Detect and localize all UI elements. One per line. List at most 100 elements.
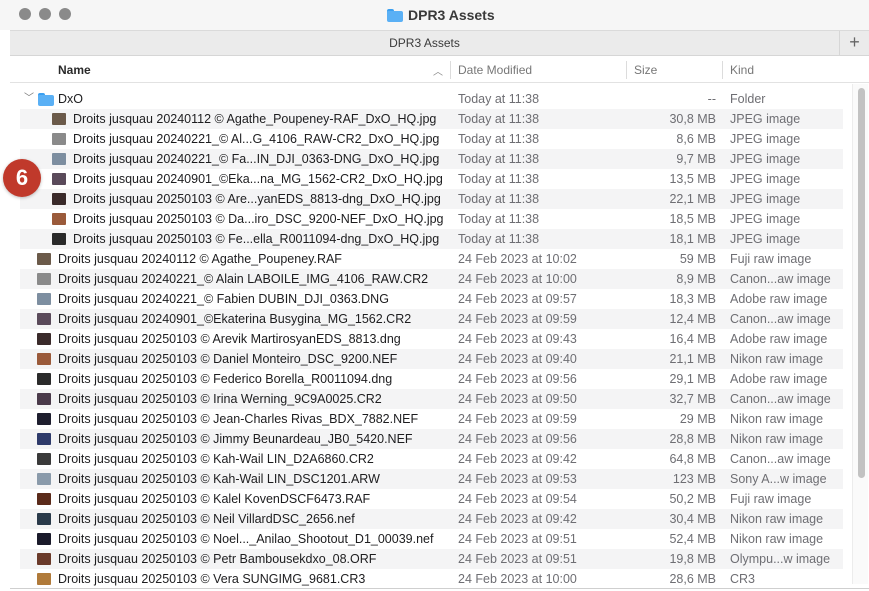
file-kind: Nikon raw image — [730, 512, 824, 526]
file-row-dxo-child[interactable]: Droits jusquau 20250103 © Are...yanEDS_8… — [20, 189, 843, 209]
image-thumbnail-icon — [52, 213, 66, 225]
image-thumbnail-icon — [37, 313, 51, 325]
file-row[interactable]: Droits jusquau 20250103 © Arevik Martiro… — [20, 329, 843, 349]
file-name: Droits jusquau 20250103 © Vera SUNGIMG_9… — [58, 572, 366, 586]
image-thumbnail-icon — [37, 573, 51, 585]
file-kind: Nikon raw image — [730, 412, 824, 426]
image-thumbnail-icon — [52, 233, 66, 245]
file-kind: Olympu...w image — [730, 552, 831, 566]
file-kind: JPEG image — [730, 132, 801, 146]
column-header-kind[interactable]: Kind — [730, 63, 754, 77]
folder-icon — [387, 8, 403, 22]
file-size: 28,8 MB — [669, 432, 716, 446]
file-date: 24 Feb 2023 at 09:40 — [458, 352, 577, 366]
file-size: 13,5 MB — [669, 172, 716, 186]
file-kind: JPEG image — [730, 232, 801, 246]
file-name: Droits jusquau 20250103 © Da...iro_DSC_9… — [73, 212, 444, 226]
file-date: 24 Feb 2023 at 09:43 — [458, 332, 577, 346]
file-row[interactable]: Droits jusquau 20250103 © Daniel Monteir… — [20, 349, 843, 369]
file-size: 9,7 MB — [676, 152, 716, 166]
image-thumbnail-icon — [37, 533, 51, 545]
file-row[interactable]: Droits jusquau 20250103 © Jean-Charles R… — [20, 409, 843, 429]
file-row[interactable]: Droits jusquau 20250103 © Kah-Wail LIN_D… — [20, 469, 843, 489]
tab-dpr3-assets[interactable]: DPR3 Assets — [10, 36, 839, 50]
image-thumbnail-icon — [37, 333, 51, 345]
file-name: Droits jusquau 20250103 © Kalel KovenDSC… — [58, 492, 371, 506]
file-kind: Adobe raw image — [730, 292, 828, 306]
file-row[interactable]: Droits jusquau 20250103 © Noel..._Anilao… — [20, 529, 843, 549]
file-date: 24 Feb 2023 at 09:54 — [458, 492, 577, 506]
file-size: 29,1 MB — [669, 372, 716, 386]
image-thumbnail-icon — [52, 133, 66, 145]
image-thumbnail-icon — [37, 553, 51, 565]
file-kind: CR3 — [730, 572, 756, 586]
file-size: -- — [707, 92, 716, 106]
column-header-name[interactable]: Name — [58, 63, 91, 77]
vertical-scrollbar[interactable] — [852, 84, 868, 584]
file-name: Droits jusquau 20250103 © Daniel Monteir… — [58, 352, 398, 366]
file-date: Today at 11:38 — [458, 172, 540, 186]
file-row[interactable]: Droits jusquau 20240901_©Ekaterina Busyg… — [20, 309, 843, 329]
file-size: 52,4 MB — [669, 532, 716, 546]
column-divider[interactable] — [626, 61, 627, 79]
file-row-dxo-child[interactable]: Droits jusquau 20240221_© Fa...IN_DJI_03… — [20, 149, 843, 169]
close-window-button[interactable] — [19, 8, 31, 20]
file-row[interactable]: Droits jusquau 20240221_© Fabien DUBIN_D… — [20, 289, 843, 309]
file-date: 24 Feb 2023 at 09:56 — [458, 372, 577, 386]
disclosure-chevron-icon[interactable]: ﹀ — [24, 89, 34, 109]
file-name: Droits jusquau 20250103 © Neil VillardDS… — [58, 512, 355, 526]
file-row[interactable]: Droits jusquau 20250103 © Kah-Wail LIN_D… — [20, 449, 843, 469]
file-size: 12,4 MB — [669, 312, 716, 326]
image-thumbnail-icon — [37, 513, 51, 525]
file-row[interactable]: Droits jusquau 20250103 © Neil VillardDS… — [20, 509, 843, 529]
file-row[interactable]: Droits jusquau 20240112 © Agathe_Poupene… — [20, 249, 843, 269]
new-tab-button[interactable]: + — [839, 31, 869, 55]
image-thumbnail-icon — [52, 153, 66, 165]
image-thumbnail-icon — [37, 373, 51, 385]
file-name: Droits jusquau 20250103 © Irina Werning_… — [58, 392, 382, 406]
file-name: Droits jusquau 20250103 © Noel..._Anilao… — [58, 532, 434, 546]
file-row[interactable]: Droits jusquau 20250103 © Federico Borel… — [20, 369, 843, 389]
file-row[interactable]: Droits jusquau 20250103 © Petr Bambousek… — [20, 549, 843, 569]
file-size: 30,8 MB — [669, 112, 716, 126]
file-row[interactable]: Droits jusquau 20240221_© Alain LABOILE_… — [20, 269, 843, 289]
file-row-dxo-child[interactable]: Droits jusquau 20240112 © Agathe_Poupene… — [20, 109, 843, 129]
file-row[interactable]: Droits jusquau 20250103 © Kalel KovenDSC… — [20, 489, 843, 509]
file-row[interactable]: Droits jusquau 20250103 © Irina Werning_… — [20, 389, 843, 409]
image-thumbnail-icon — [37, 473, 51, 485]
file-name: Droits jusquau 20250103 © Jean-Charles R… — [58, 412, 419, 426]
column-divider[interactable] — [450, 61, 451, 79]
column-header-date[interactable]: Date Modified — [458, 63, 532, 77]
minimize-window-button[interactable] — [39, 8, 51, 20]
file-name: Droits jusquau 20250103 © Jimmy Beunarde… — [58, 432, 413, 446]
file-kind: Fuji raw image — [730, 492, 812, 506]
file-date: 24 Feb 2023 at 09:42 — [458, 452, 577, 466]
file-size: 64,8 MB — [669, 452, 716, 466]
file-row-dxo-child[interactable]: Droits jusquau 20250103 © Fe...ella_R001… — [20, 229, 843, 249]
file-size: 30,4 MB — [669, 512, 716, 526]
file-size: 18,5 MB — [669, 212, 716, 226]
scrollbar-thumb[interactable] — [858, 88, 865, 478]
sort-ascending-icon[interactable]: ︿ — [433, 63, 443, 78]
file-kind: Nikon raw image — [730, 532, 824, 546]
column-header-size[interactable]: Size — [634, 63, 657, 77]
image-thumbnail-icon — [52, 173, 66, 185]
column-header-bar: Name ︿ Date Modified Size Kind — [10, 57, 869, 83]
zoom-window-button[interactable] — [59, 8, 71, 20]
file-row-dxo-child[interactable]: Droits jusquau 20240221_© Al...G_4106_RA… — [20, 129, 843, 149]
image-thumbnail-icon — [37, 433, 51, 445]
file-date: Today at 11:38 — [458, 232, 540, 246]
file-row-dxo-child[interactable]: Droits jusquau 20240901_©Eka...na_MG_156… — [20, 169, 843, 189]
file-kind: Adobe raw image — [730, 332, 828, 346]
file-name: Droits jusquau 20250103 © Arevik Martiro… — [58, 332, 401, 346]
file-row[interactable]: Droits jusquau 20250103 © Jimmy Beunarde… — [20, 429, 843, 449]
file-size: 16,4 MB — [669, 332, 716, 346]
column-divider[interactable] — [722, 61, 723, 79]
file-date: 24 Feb 2023 at 09:56 — [458, 432, 577, 446]
file-row-dxo-child[interactable]: Droits jusquau 20250103 © Da...iro_DSC_9… — [20, 209, 843, 229]
tab-bar: DPR3 Assets + — [10, 30, 869, 56]
file-name: Droits jusquau 20240221_© Alain LABOILE_… — [58, 272, 429, 286]
bottom-divider — [10, 588, 869, 589]
folder-row-dxo[interactable]: ﹀ DxO Today at 11:38 -- Folder — [20, 89, 843, 109]
file-row[interactable]: Droits jusquau 20250103 © Vera SUNGIMG_9… — [20, 569, 843, 589]
